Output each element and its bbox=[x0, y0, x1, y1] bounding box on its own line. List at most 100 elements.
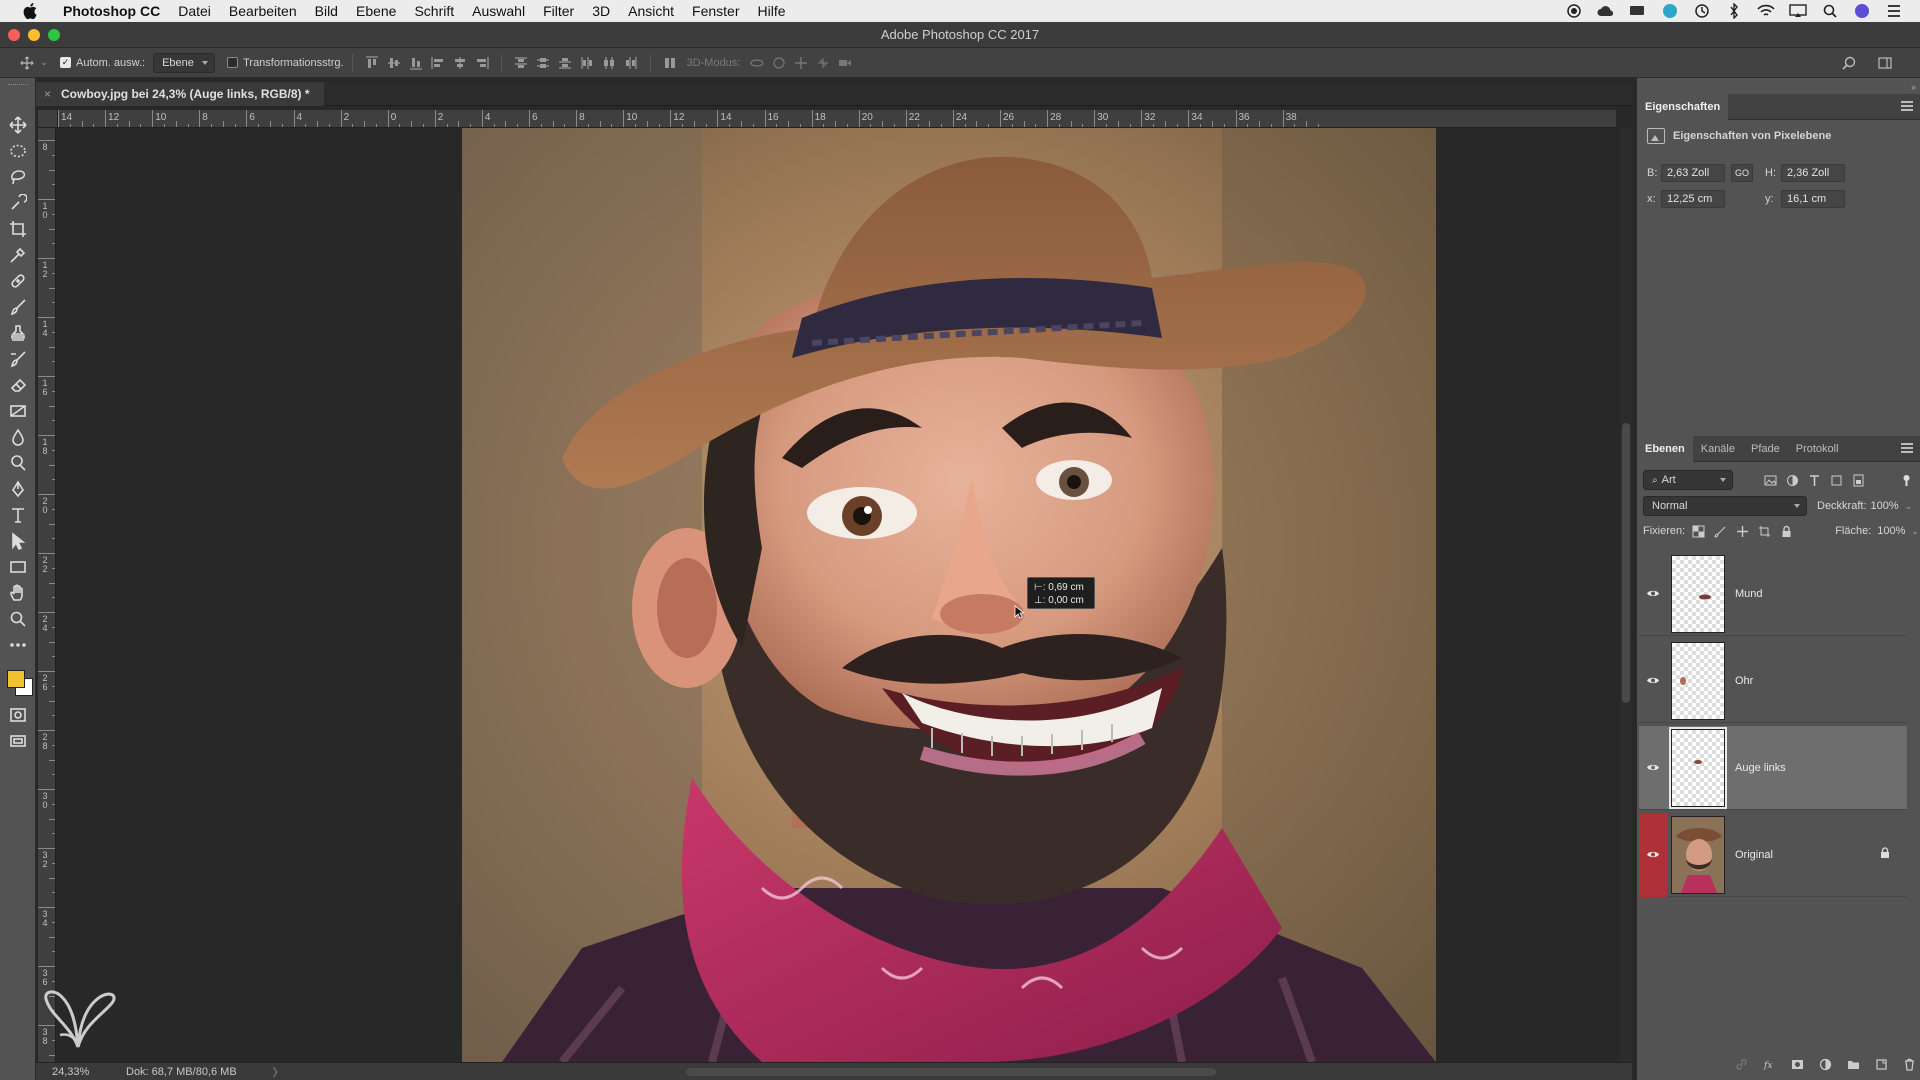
app-icon[interactable] bbox=[1660, 3, 1680, 19]
align-right-icon[interactable] bbox=[471, 53, 493, 73]
layer-visibility-eye-icon[interactable] bbox=[1639, 552, 1667, 636]
eyedropper-tool-icon[interactable] bbox=[4, 242, 32, 268]
opacity-value[interactable]: 100% bbox=[1871, 500, 1899, 512]
vertical-scroll-thumb[interactable] bbox=[1622, 423, 1630, 703]
3d-rotate-icon[interactable] bbox=[746, 53, 768, 73]
app-menu[interactable]: Photoshop CC bbox=[54, 3, 169, 19]
lock-position-icon[interactable] bbox=[1733, 522, 1751, 540]
height-field[interactable]: 2,36 Zoll bbox=[1781, 164, 1845, 182]
vertical-ruler[interactable]: 8 1 0 1 2 1 4 1 6 1 8 2 0 2 2 2 4 2 6 2 8 3 0 3 2 3 4… bbox=[38, 128, 56, 1062]
x-field[interactable]: 12,25 cm bbox=[1661, 190, 1725, 208]
panel-grip[interactable] bbox=[8, 84, 28, 86]
layer-row-auge-links[interactable]: Auge links bbox=[1639, 726, 1907, 810]
pen-tool-icon[interactable] bbox=[4, 476, 32, 502]
width-field[interactable]: 2,63 Zoll bbox=[1661, 164, 1725, 182]
screen-mode-icon[interactable] bbox=[4, 728, 32, 754]
menu-bearbeiten[interactable]: Bearbeiten bbox=[220, 3, 306, 19]
zoom-level[interactable]: 24,33% bbox=[36, 1066, 96, 1078]
history-brush-tool-icon[interactable] bbox=[4, 346, 32, 372]
canvas-area[interactable]: ⊢: 0,69 cm ⊥: 0,00 cm bbox=[58, 128, 1616, 1062]
distribute-vcenter-icon[interactable] bbox=[532, 53, 554, 73]
3d-scale-icon[interactable] bbox=[834, 53, 856, 73]
align-bottom-icon[interactable] bbox=[405, 53, 427, 73]
lock-pixels-icon[interactable] bbox=[1711, 522, 1729, 540]
rectangle-tool-icon[interactable] bbox=[4, 554, 32, 580]
search-icon[interactable] bbox=[1838, 53, 1860, 73]
horizontal-scroll-thumb[interactable] bbox=[686, 1068, 1216, 1076]
spotlight-icon[interactable] bbox=[1820, 3, 1840, 19]
brush-tool-icon[interactable] bbox=[4, 294, 32, 320]
dodge-tool-icon[interactable] bbox=[4, 450, 32, 476]
path-selection-tool-icon[interactable] bbox=[4, 528, 32, 554]
filter-smart-object-icon[interactable] bbox=[1849, 471, 1867, 489]
properties-panel-menu-icon[interactable] bbox=[1901, 101, 1913, 111]
distribute-top-icon[interactable] bbox=[510, 53, 532, 73]
notification-icon[interactable] bbox=[1884, 3, 1904, 19]
menu-filter[interactable]: Filter bbox=[534, 3, 583, 19]
creative-cloud-icon[interactable] bbox=[1596, 3, 1616, 19]
tab-ebenen[interactable]: Ebenen bbox=[1637, 435, 1693, 462]
layer-visibility-eye-icon[interactable] bbox=[1639, 812, 1667, 897]
tab-eigenschaften[interactable]: Eigenschaften bbox=[1637, 93, 1729, 120]
3d-drag-icon[interactable] bbox=[790, 53, 812, 73]
eraser-tool-icon[interactable] bbox=[4, 372, 32, 398]
collapse-panels-icon[interactable]: » bbox=[1911, 82, 1916, 92]
filter-type-icon[interactable] bbox=[1805, 471, 1823, 489]
siri-icon[interactable] bbox=[1852, 3, 1872, 19]
close-window-button[interactable] bbox=[8, 29, 20, 41]
tab-pfade[interactable]: Pfade bbox=[1743, 436, 1788, 462]
foreground-color-swatch[interactable] bbox=[6, 670, 25, 688]
status-menu-arrow-icon[interactable]: 〉 bbox=[273, 1064, 284, 1080]
transform-control[interactable]: Transformationsstrg. bbox=[227, 57, 344, 69]
add-mask-icon[interactable] bbox=[1789, 1056, 1805, 1072]
lock-artboard-icon[interactable] bbox=[1755, 522, 1773, 540]
opacity-chevron-icon[interactable]: ⌄ bbox=[1905, 501, 1913, 512]
fill-chevron-icon[interactable]: ⌄ bbox=[1911, 526, 1919, 537]
horizontal-ruler[interactable]: 14 12 10 8 6 4 2 0 2 4 6 8 10 12 14 16 18 20 22 24 26 28 30 32 3… bbox=[58, 110, 1616, 128]
layer-name[interactable]: Mund bbox=[1735, 588, 1763, 600]
distribute-bottom-icon[interactable] bbox=[554, 53, 576, 73]
adjustment-layer-icon[interactable] bbox=[1817, 1056, 1833, 1072]
menu-datei[interactable]: Datei bbox=[169, 3, 220, 19]
delete-layer-icon[interactable] bbox=[1901, 1056, 1917, 1072]
more-tools-icon[interactable] bbox=[4, 632, 32, 658]
layers-panel-menu-icon[interactable] bbox=[1901, 443, 1913, 453]
fill-value[interactable]: 100% bbox=[1877, 525, 1905, 537]
filter-toggle-icon[interactable] bbox=[1897, 471, 1915, 489]
display-icon[interactable] bbox=[1628, 3, 1648, 19]
layer-visibility-eye-icon[interactable] bbox=[1639, 639, 1667, 723]
close-document-icon[interactable]: × bbox=[44, 87, 51, 101]
new-layer-icon[interactable] bbox=[1873, 1056, 1889, 1072]
align-hcenter-icon[interactable] bbox=[449, 53, 471, 73]
document-tab[interactable]: × Cowboy.jpg bei 24,3% (Auge links, RGB/… bbox=[36, 81, 324, 106]
crop-tool-icon[interactable] bbox=[4, 216, 32, 242]
menu-ansicht[interactable]: Ansicht bbox=[619, 3, 683, 19]
link-layers-icon[interactable] bbox=[1733, 1056, 1749, 1072]
layer-filter-dropdown[interactable]: ⌕ Art bbox=[1643, 470, 1733, 490]
filter-shape-icon[interactable] bbox=[1827, 471, 1845, 489]
canvas-vertical-scrollbar[interactable] bbox=[1620, 128, 1632, 1062]
time-machine-icon[interactable] bbox=[1692, 3, 1712, 19]
menu-bild[interactable]: Bild bbox=[306, 3, 347, 19]
auto-select-target-dropdown[interactable]: Ebene bbox=[153, 52, 216, 73]
distribute-hcenter-icon[interactable] bbox=[598, 53, 620, 73]
lock-all-icon[interactable] bbox=[1777, 522, 1795, 540]
tab-protokoll[interactable]: Protokoll bbox=[1788, 436, 1847, 462]
align-vcenter-icon[interactable] bbox=[383, 53, 405, 73]
wifi-icon[interactable] bbox=[1756, 3, 1776, 19]
minimize-window-button[interactable] bbox=[28, 29, 40, 41]
link-dimensions-icon[interactable]: GO bbox=[1731, 164, 1753, 182]
layer-name[interactable]: Ohr bbox=[1735, 675, 1753, 687]
menu-schrift[interactable]: Schrift bbox=[405, 3, 463, 19]
hand-tool-icon[interactable] bbox=[4, 580, 32, 606]
zoom-tool-icon[interactable] bbox=[4, 606, 32, 632]
menu-fenster[interactable]: Fenster bbox=[683, 3, 748, 19]
transform-checkbox[interactable] bbox=[227, 57, 239, 68]
bluetooth-icon[interactable] bbox=[1724, 3, 1744, 19]
move-tool-preset-icon[interactable] bbox=[16, 53, 38, 73]
quick-selection-tool-icon[interactable] bbox=[4, 190, 32, 216]
auto-select-control[interactable]: ✓ Autom. ausw.: bbox=[60, 57, 145, 69]
workspace-icon[interactable] bbox=[1874, 53, 1896, 73]
record-icon[interactable] bbox=[1564, 3, 1584, 19]
3d-slide-icon[interactable] bbox=[812, 53, 834, 73]
